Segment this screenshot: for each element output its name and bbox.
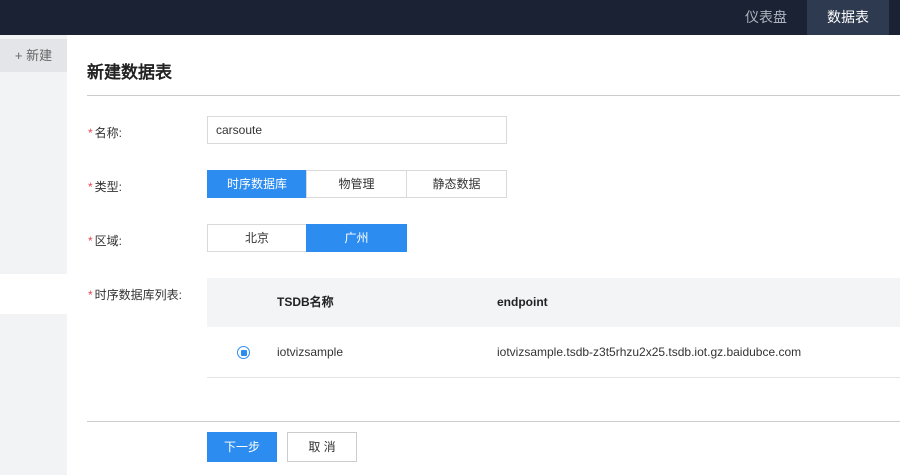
required-mark: * [88, 180, 93, 194]
type-option-thing[interactable]: 物管理 [306, 170, 407, 198]
cancel-button[interactable]: 取 消 [287, 432, 357, 462]
region-label: * 区域: [88, 232, 122, 249]
top-navbar: 仪表盘 数据表 [0, 0, 900, 35]
required-mark: * [88, 288, 93, 302]
cell-tsdb-name: iotvizsample [277, 345, 344, 359]
title-divider [87, 95, 900, 96]
column-header-tsdb-name: TSDB名称 [277, 295, 334, 309]
tsdb-list-label: * 时序数据库列表: [88, 286, 182, 303]
row-radio-button[interactable] [237, 346, 250, 359]
name-label-text: 名称: [94, 126, 123, 140]
table-header: TSDB名称 endpoint [207, 278, 900, 327]
cell-endpoint: iotvizsample.tsdb-z3t5rhzu2x25.tsdb.iot.… [497, 345, 802, 359]
type-label-text: 类型: [94, 180, 123, 194]
next-button[interactable]: 下一步 [207, 432, 277, 462]
type-label: * 类型: [88, 178, 122, 195]
page-title: 新建数据表 [87, 63, 172, 82]
radio-selected-dot [240, 349, 247, 356]
region-option-beijing[interactable]: 北京 [207, 224, 307, 252]
type-option-tsdb[interactable]: 时序数据库 [207, 170, 307, 198]
column-header-endpoint: endpoint [497, 295, 548, 309]
new-button[interactable]: + 新建 [0, 39, 67, 72]
tsdb-list-label-text: 时序数据库列表: [94, 288, 183, 302]
name-input[interactable] [207, 116, 507, 144]
required-mark: * [88, 234, 93, 248]
required-mark: * [88, 126, 93, 140]
name-label: * 名称: [88, 124, 122, 141]
sidebar: + 新建 [0, 35, 67, 475]
nav-datatable[interactable]: 数据表 [807, 0, 889, 35]
bottom-divider [87, 421, 900, 422]
nav-dashboard[interactable]: 仪表盘 [730, 0, 802, 35]
region-option-guangzhou[interactable]: 广州 [306, 224, 407, 252]
type-option-static[interactable]: 静态数据 [406, 170, 507, 198]
sidebar-gap [0, 274, 67, 314]
region-label-text: 区域: [94, 234, 123, 248]
table-row[interactable]: iotvizsample iotvizsample.tsdb-z3t5rhzu2… [207, 327, 900, 378]
